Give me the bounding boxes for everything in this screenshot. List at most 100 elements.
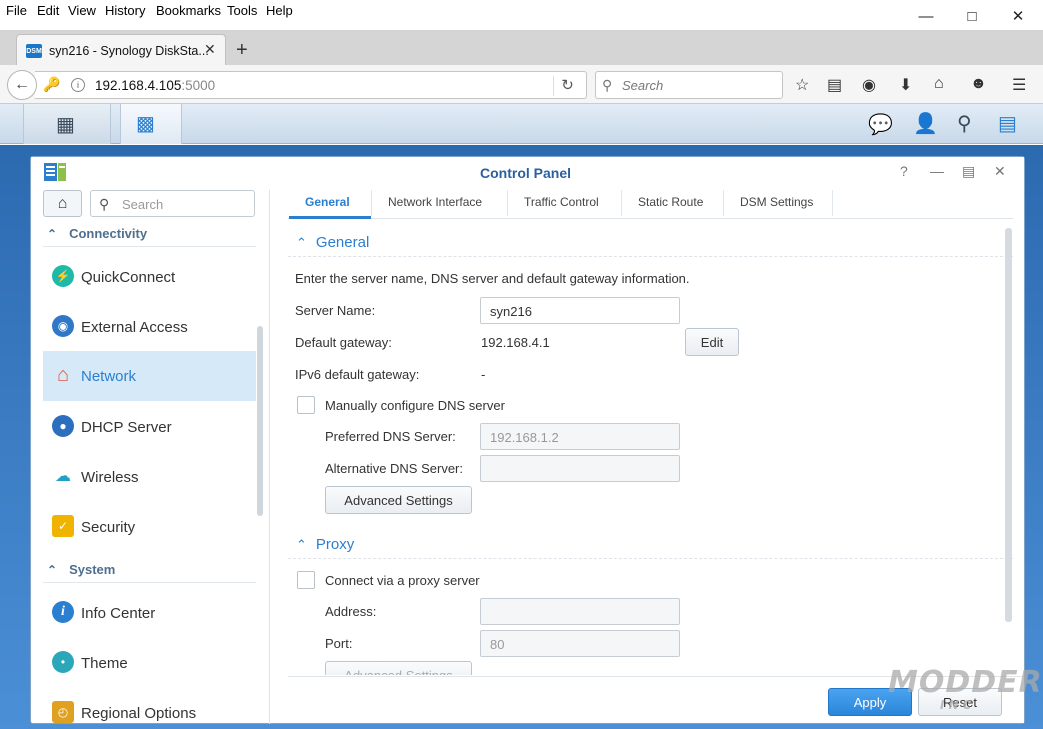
- bookmark-star-icon[interactable]: ☆: [795, 75, 809, 95]
- menu-history[interactable]: History: [105, 3, 145, 18]
- chat-face-icon[interactable]: ☻: [970, 75, 987, 93]
- maximize-window-icon[interactable]: □: [952, 4, 992, 28]
- server-name-label: Server Name:: [295, 303, 376, 318]
- menu-help[interactable]: Help: [266, 3, 293, 18]
- sidebar-item-external-access[interactable]: ◉ External Access: [43, 302, 256, 352]
- tab-static-route[interactable]: Static Route: [638, 195, 703, 209]
- section-divider: [288, 256, 1013, 257]
- general-section-header[interactable]: ⌃ General: [296, 234, 369, 251]
- url-port: :5000: [181, 78, 216, 93]
- tab-general[interactable]: General: [305, 195, 350, 209]
- browser-search-input[interactable]: ⚲ Search: [595, 71, 783, 99]
- content-scrollbar[interactable]: [1005, 228, 1012, 622]
- info-icon: i: [52, 601, 74, 623]
- pocket-icon[interactable]: ◉: [862, 75, 876, 95]
- sidebar-item-label: External Access: [81, 319, 188, 336]
- new-tab-icon[interactable]: +: [236, 39, 248, 62]
- sidebar-item-label: Security: [81, 519, 136, 536]
- proxy-address-field[interactable]: [480, 598, 680, 625]
- section-connectivity[interactable]: ⌃ Connectivity: [47, 226, 147, 241]
- sidebar-scrollbar[interactable]: [257, 326, 263, 516]
- manual-dns-label[interactable]: Manually configure DNS server: [325, 398, 505, 413]
- sidebar-item-label: Wireless: [81, 469, 139, 486]
- sidebar-item-security[interactable]: ✓ Security: [43, 502, 256, 552]
- default-gateway-label: Default gateway:: [295, 335, 392, 350]
- globe-icon: ◉: [52, 315, 74, 337]
- window-title: Control Panel: [480, 165, 572, 181]
- menu-file[interactable]: File: [6, 3, 27, 18]
- proxy-connect-label[interactable]: Connect via a proxy server: [325, 573, 480, 588]
- tab-network-interface[interactable]: Network Interface: [388, 195, 482, 209]
- hamburger-menu-icon[interactable]: ☰: [1012, 75, 1026, 95]
- section-system[interactable]: ⌃ System: [47, 562, 115, 577]
- sidebar-item-regional-options[interactable]: ◴ Regional Options: [43, 688, 256, 724]
- palette-icon: •: [52, 651, 74, 673]
- edit-gateway-button[interactable]: Edit: [685, 328, 739, 356]
- sidebar-item-dhcp-server[interactable]: ● DHCP Server: [43, 402, 256, 452]
- user-icon[interactable]: 👤: [913, 111, 938, 136]
- maximize-icon[interactable]: ▤: [962, 163, 975, 180]
- divider: [43, 582, 256, 583]
- sidebar-item-label: Theme: [81, 655, 128, 672]
- close-tab-icon[interactable]: ✕: [204, 41, 216, 58]
- download-icon[interactable]: ⬇: [899, 75, 912, 95]
- minimize-icon[interactable]: —: [930, 163, 944, 179]
- reload-icon[interactable]: ↻: [553, 76, 581, 96]
- server-name-field[interactable]: syn216: [480, 297, 680, 324]
- ipv6-gateway-value: -: [481, 367, 486, 382]
- sidebar-item-label: Info Center: [81, 605, 156, 622]
- proxy-section-header[interactable]: ⌃ Proxy: [296, 536, 354, 553]
- sidebar-divider: [269, 190, 270, 724]
- close-window-icon[interactable]: ✕: [998, 4, 1038, 28]
- sidebar-item-network[interactable]: ⌂ Network: [43, 351, 256, 401]
- menu-edit[interactable]: Edit: [37, 3, 59, 18]
- proxy-advanced-settings-button[interactable]: Advanced Settings: [325, 661, 472, 675]
- section-label: Connectivity: [69, 226, 148, 241]
- widgets-icon[interactable]: ▤: [998, 111, 1017, 136]
- preferred-dns-field[interactable]: 192.168.1.2: [480, 423, 680, 450]
- info-icon[interactable]: i: [71, 78, 85, 92]
- collapse-caret-icon: ⌃: [296, 235, 307, 250]
- proxy-port-field[interactable]: 80: [480, 630, 680, 657]
- sidebar-item-quickconnect[interactable]: ⚡ QuickConnect: [43, 252, 256, 302]
- home-icon[interactable]: ⌂: [934, 75, 944, 93]
- home-button[interactable]: ⌂: [43, 190, 82, 217]
- sidebar-item-label: DHCP Server: [81, 419, 172, 436]
- tab-traffic-control[interactable]: Traffic Control: [524, 195, 599, 209]
- search-icon[interactable]: ⚲: [957, 111, 972, 136]
- url-bar[interactable]: 🔑 i 192.168.4.105:5000 ↻: [35, 71, 587, 99]
- minimize-window-icon[interactable]: —: [906, 4, 946, 28]
- sidebar-item-label: Network: [81, 368, 137, 385]
- collapse-caret-icon: ⌃: [296, 537, 307, 552]
- tab-dsm-settings[interactable]: DSM Settings: [740, 195, 813, 209]
- sidebar-item-label: QuickConnect: [81, 269, 176, 286]
- sidebar-item-wireless[interactable]: ☁ Wireless: [43, 452, 256, 502]
- notifications-chat-icon[interactable]: 💬: [868, 112, 893, 137]
- alt-dns-field[interactable]: [480, 455, 680, 482]
- sidebar-search-input[interactable]: ⚲ Search: [90, 190, 255, 217]
- divider: [43, 246, 256, 247]
- manual-dns-checkbox[interactable]: [297, 396, 315, 414]
- url-text[interactable]: 192.168.4.105:5000: [95, 78, 215, 93]
- reading-list-icon[interactable]: ▤: [827, 75, 842, 95]
- menu-bookmarks[interactable]: Bookmarks: [156, 3, 221, 18]
- proxy-checkbox[interactable]: [297, 571, 315, 589]
- active-tab-indicator: [289, 216, 371, 219]
- back-button-icon[interactable]: ←: [7, 70, 37, 100]
- sidebar-item-theme[interactable]: • Theme: [43, 638, 256, 688]
- sidebar-search-placeholder: Search: [122, 197, 164, 212]
- house-network-icon: ⌂: [56, 363, 70, 386]
- sidebar-item-info-center[interactable]: i Info Center: [43, 588, 256, 638]
- tab-separator: [371, 190, 372, 216]
- key-icon[interactable]: 🔑: [43, 76, 60, 93]
- close-icon[interactable]: ✕: [994, 163, 1006, 180]
- ipv6-gateway-label: IPv6 default gateway:: [295, 367, 420, 382]
- menu-view[interactable]: View: [68, 3, 96, 18]
- dns-advanced-settings-button[interactable]: Advanced Settings: [325, 486, 472, 514]
- dhcp-icon: ●: [52, 415, 74, 437]
- main-menu-grid-icon: ▦: [56, 114, 75, 136]
- help-icon[interactable]: ?: [900, 163, 908, 179]
- section-divider: [288, 558, 1013, 559]
- menu-tools[interactable]: Tools: [227, 3, 257, 18]
- browser-tab[interactable]: DSM syn216 - Synology DiskSta... ✕: [16, 34, 226, 66]
